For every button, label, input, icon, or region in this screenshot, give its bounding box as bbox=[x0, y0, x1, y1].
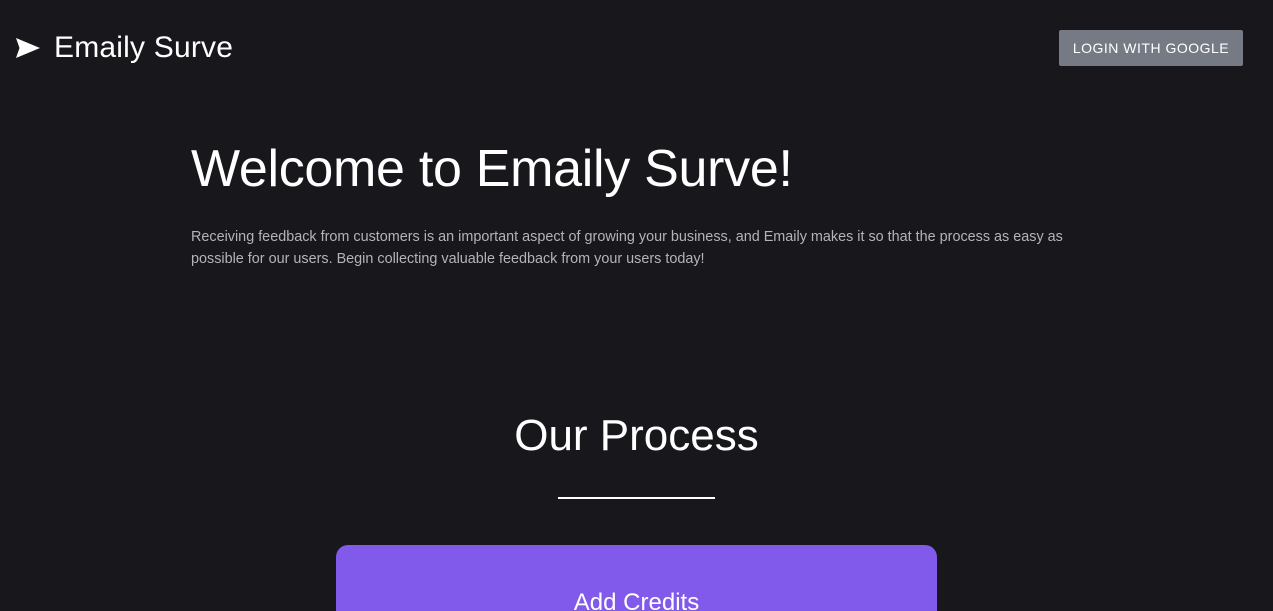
brand-name: Emaily Surve bbox=[54, 31, 234, 64]
brand-link[interactable]: Emaily Surve bbox=[16, 26, 233, 70]
landing-page: Emaily Surve LOGIN WITH GOOGLE Welcome t… bbox=[0, 0, 1273, 611]
add-credits-label: Add Credits bbox=[573, 589, 700, 611]
section-divider bbox=[558, 497, 715, 499]
add-credits-step-button[interactable]: Add Credits bbox=[336, 545, 937, 611]
hero-section: Welcome to Emaily Surve! Receiving feedb… bbox=[191, 140, 1081, 270]
paper-plane-icon bbox=[16, 38, 40, 58]
login-with-google-button[interactable]: LOGIN WITH GOOGLE bbox=[1059, 30, 1243, 66]
hero-title: Welcome to Emaily Surve! bbox=[191, 140, 793, 198]
hero-description: Receiving feedback from customers is an … bbox=[191, 228, 1063, 267]
process-title: Our Process bbox=[514, 411, 759, 460]
